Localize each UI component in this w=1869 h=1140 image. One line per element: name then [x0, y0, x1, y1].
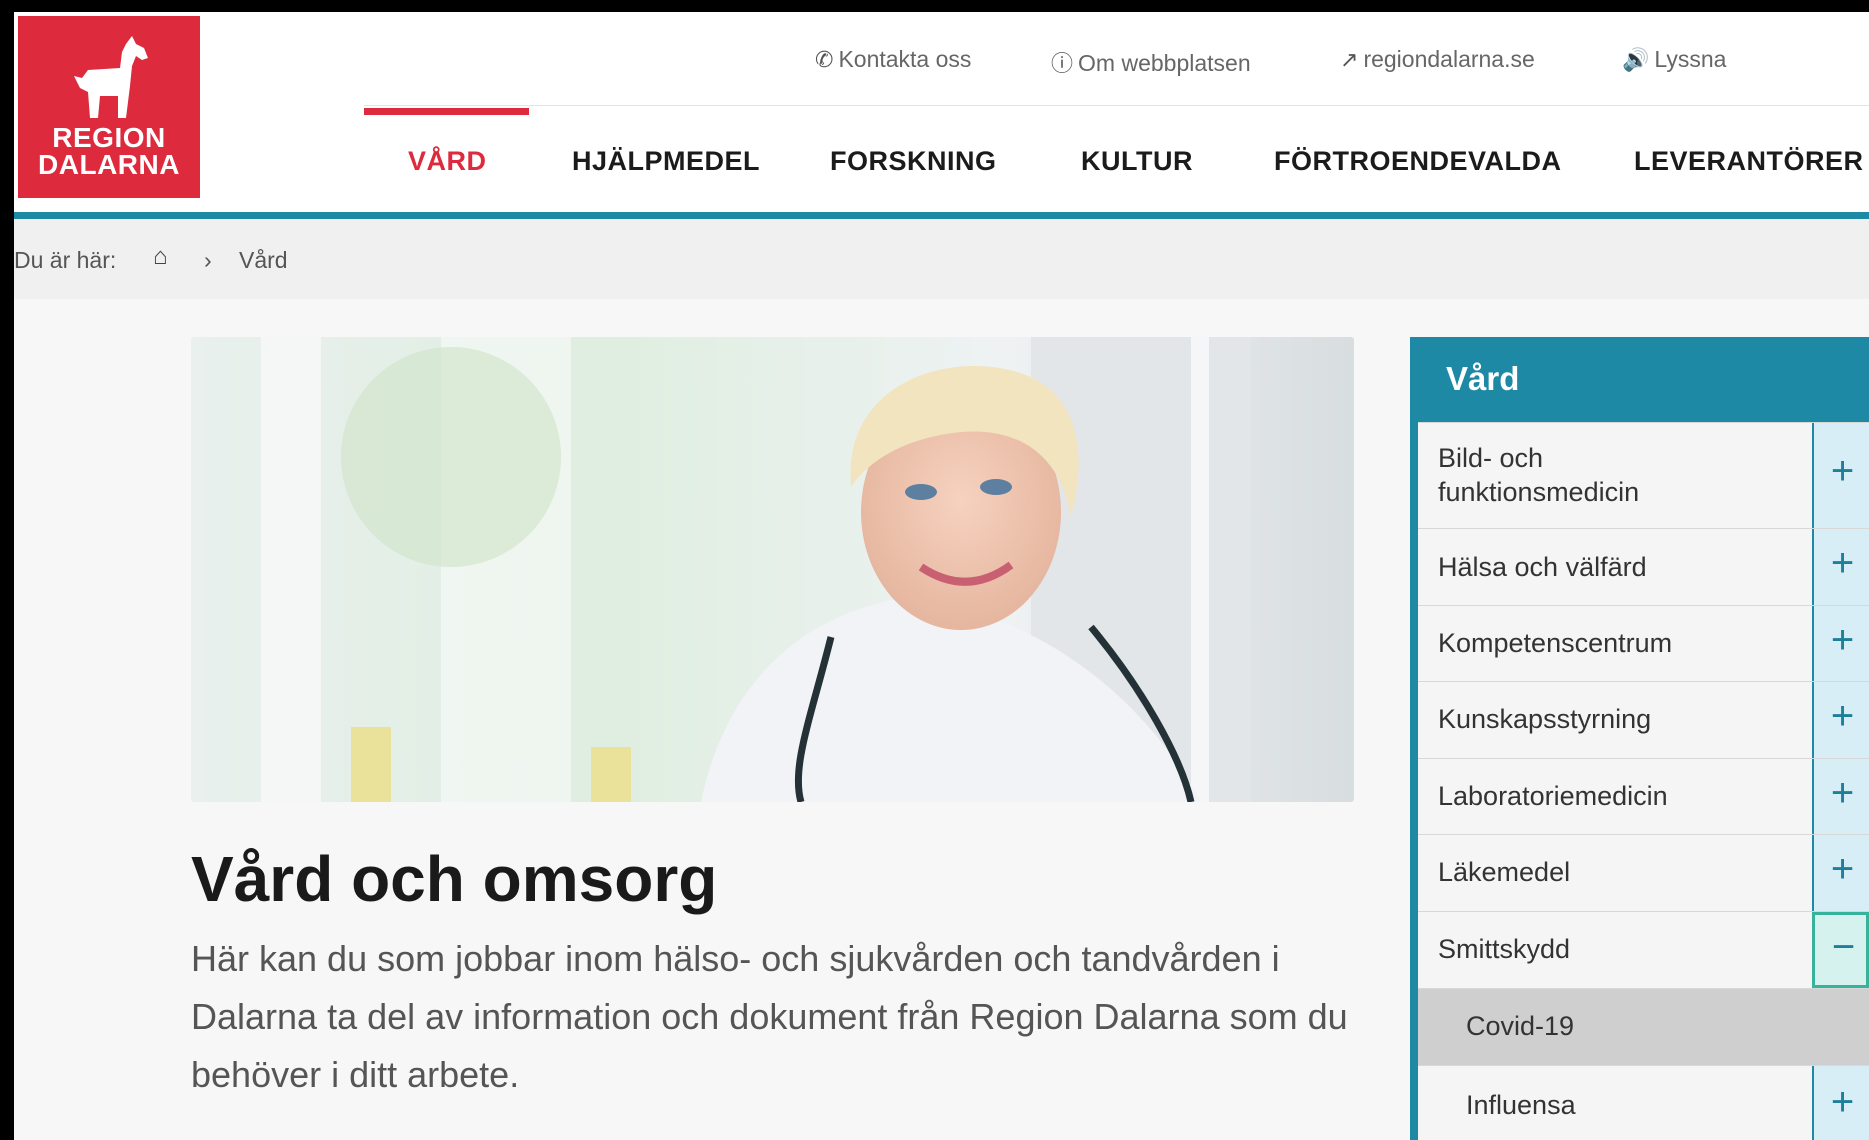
page-title: Vård och omsorg: [191, 843, 718, 915]
sidebar-item-halsa-och-valfard[interactable]: Hälsa och välfärd +: [1418, 528, 1869, 605]
expand-toggle[interactable]: +: [1812, 606, 1869, 681]
expand-toggle[interactable]: +: [1812, 1066, 1869, 1140]
phone-icon: ✆: [815, 47, 834, 72]
nav-item-fortroendevalda[interactable]: FÖRTROENDEVALDA: [1274, 146, 1562, 177]
page-lead: Här kan du som jobbar inom hälso- och sj…: [191, 938, 1348, 1095]
home-icon[interactable]: ⌂: [153, 243, 168, 271]
logo-text: REGION DALARNA: [38, 122, 180, 180]
header-accent-line: [14, 212, 1869, 219]
breadcrumb-prefix: Du är här:: [14, 247, 117, 273]
expand-toggle[interactable]: +: [1812, 423, 1869, 528]
nav-item-leverantorer[interactable]: LEVERANTÖRER: [1634, 146, 1864, 177]
about-site-link[interactable]: ⓘ Om webbplatsen: [1051, 46, 1251, 78]
horse-logo-icon: [74, 36, 148, 118]
collapse-toggle[interactable]: −: [1812, 912, 1869, 988]
speaker-icon: 🔊: [1622, 47, 1650, 72]
site-header: REGION DALARNA ✆ Kontakta oss ⓘ Om webbpla…: [14, 12, 1869, 219]
expand-toggle[interactable]: +: [1812, 759, 1869, 834]
nav-item-kultur[interactable]: KULTUR: [1081, 146, 1193, 177]
section-sidebar: Vård Bild- och funktionsmedicin + Hälsa …: [1410, 337, 1869, 1140]
nav-item-hjalpmedel[interactable]: HJÄLPMEDEL: [572, 146, 760, 177]
sidebar-heading[interactable]: Vård: [1410, 337, 1869, 422]
sidebar-item-lakemedel[interactable]: Läkemedel +: [1418, 834, 1869, 911]
expand-toggle[interactable]: +: [1812, 529, 1869, 605]
sidebar-subitem-covid-19[interactable]: Covid-19: [1418, 988, 1869, 1065]
external-link-icon: ↗: [1340, 47, 1359, 72]
listen-button[interactable]: 🔊 Lyssna: [1622, 46, 1726, 73]
breadcrumb-current: Vård: [239, 247, 288, 273]
breadcrumb: Du är här: ⌂ › Vård: [14, 219, 1869, 299]
info-icon: ⓘ: [1051, 51, 1074, 76]
sidebar-item-kunskapsstyrning[interactable]: Kunskapsstyrning +: [1418, 681, 1869, 758]
sidebar-item-bild-och-funktionsmedicin[interactable]: Bild- och funktionsmedicin +: [1418, 422, 1869, 528]
region-dalarna-logo[interactable]: REGION DALARNA: [18, 16, 200, 198]
sidebar-item-laboratoriemedicin[interactable]: Laboratoriemedicin +: [1418, 758, 1869, 834]
utility-divider: [364, 105, 1869, 106]
nav-item-forskning[interactable]: FORSKNING: [830, 146, 997, 177]
sidebar-item-kompetenscentrum[interactable]: Kompetenscentrum +: [1418, 605, 1869, 681]
sidebar-item-smittskydd[interactable]: Smittskydd −: [1418, 911, 1869, 988]
doctor-photo: [191, 337, 1354, 802]
browser-viewport: REGION DALARNA ✆ Kontakta oss ⓘ Om webbpla…: [14, 12, 1869, 1140]
expand-toggle[interactable]: +: [1812, 835, 1869, 911]
sidebar-subitem-influensa[interactable]: Influensa +: [1418, 1065, 1869, 1140]
nav-active-indicator: [364, 108, 529, 115]
expand-toggle[interactable]: +: [1812, 682, 1869, 758]
hero-image: [191, 337, 1354, 802]
regiondalarna-external-link[interactable]: ↗ regiondalarna.se: [1340, 46, 1535, 73]
nav-item-vard[interactable]: VÅRD: [408, 146, 487, 177]
contact-link[interactable]: ✆ Kontakta oss: [815, 46, 971, 73]
breadcrumb-separator: ›: [204, 247, 212, 273]
